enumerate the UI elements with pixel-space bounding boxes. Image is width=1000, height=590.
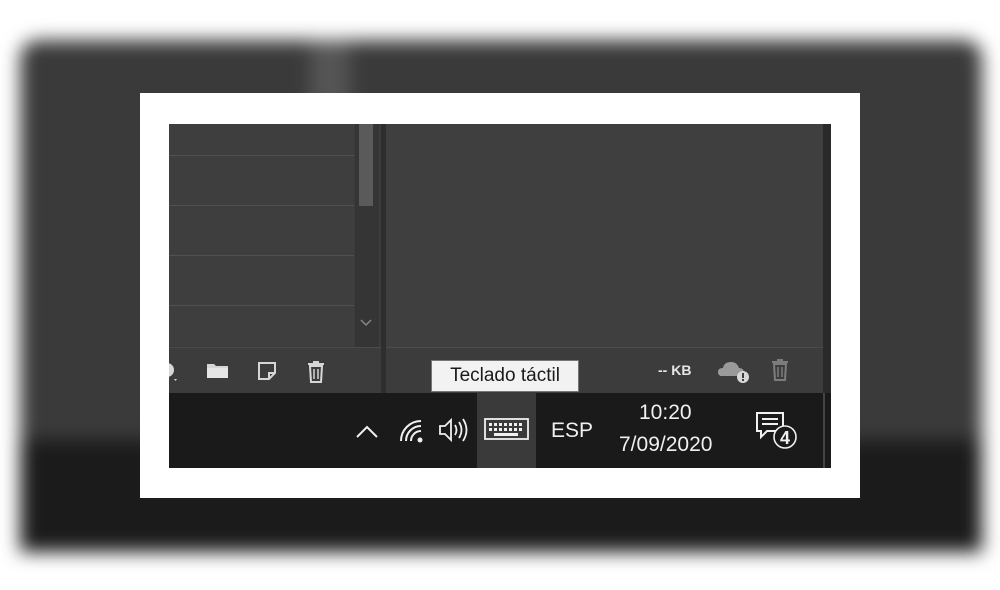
notification-badge: 4 (779, 428, 790, 448)
touch-keyboard-button[interactable] (477, 393, 536, 468)
scroll-thumb[interactable] (359, 124, 373, 206)
trash-icon[interactable] (304, 360, 330, 383)
action-center-button[interactable]: 4 (751, 393, 801, 468)
new-note-icon[interactable] (255, 360, 281, 382)
volume-icon[interactable] (437, 393, 471, 468)
screen-crop: -- KB Teclado táctil ESP 10:20 7/09/2020… (169, 124, 831, 468)
list-item[interactable] (169, 206, 354, 256)
trash-icon[interactable] (768, 358, 794, 381)
preview-pane (386, 124, 831, 347)
taskbar-edge (823, 393, 825, 468)
clock-date: 7/09/2020 (619, 433, 713, 456)
tooltip: Teclado táctil (431, 360, 579, 392)
chevron-down-icon[interactable] (360, 317, 372, 329)
list-item[interactable] (169, 124, 354, 156)
wifi-icon[interactable] (397, 393, 427, 468)
file-list-pane (169, 124, 379, 347)
folder-icon[interactable] (205, 360, 231, 382)
notification-icon (756, 412, 797, 449)
clock[interactable]: 10:20 7/09/2020 (609, 393, 719, 468)
left-toolbar (169, 347, 381, 394)
keyboard-icon (484, 418, 529, 440)
circle-dropdown-icon[interactable] (169, 360, 187, 382)
scrollbar[interactable] (355, 124, 379, 347)
window-edge (823, 124, 831, 393)
taskbar: ESP 10:20 7/09/2020 4 (169, 393, 831, 468)
chevron-up-icon[interactable] (353, 393, 381, 468)
list-item[interactable] (169, 306, 354, 346)
size-label: -- KB (658, 362, 692, 378)
cloud-warning-icon[interactable] (716, 358, 752, 383)
zoom-frame: -- KB Teclado táctil ESP 10:20 7/09/2020… (140, 93, 860, 498)
list-item[interactable] (169, 256, 354, 306)
language-indicator[interactable]: ESP (551, 419, 593, 443)
clock-time: 10:20 (639, 401, 692, 424)
list-item[interactable] (169, 156, 354, 206)
